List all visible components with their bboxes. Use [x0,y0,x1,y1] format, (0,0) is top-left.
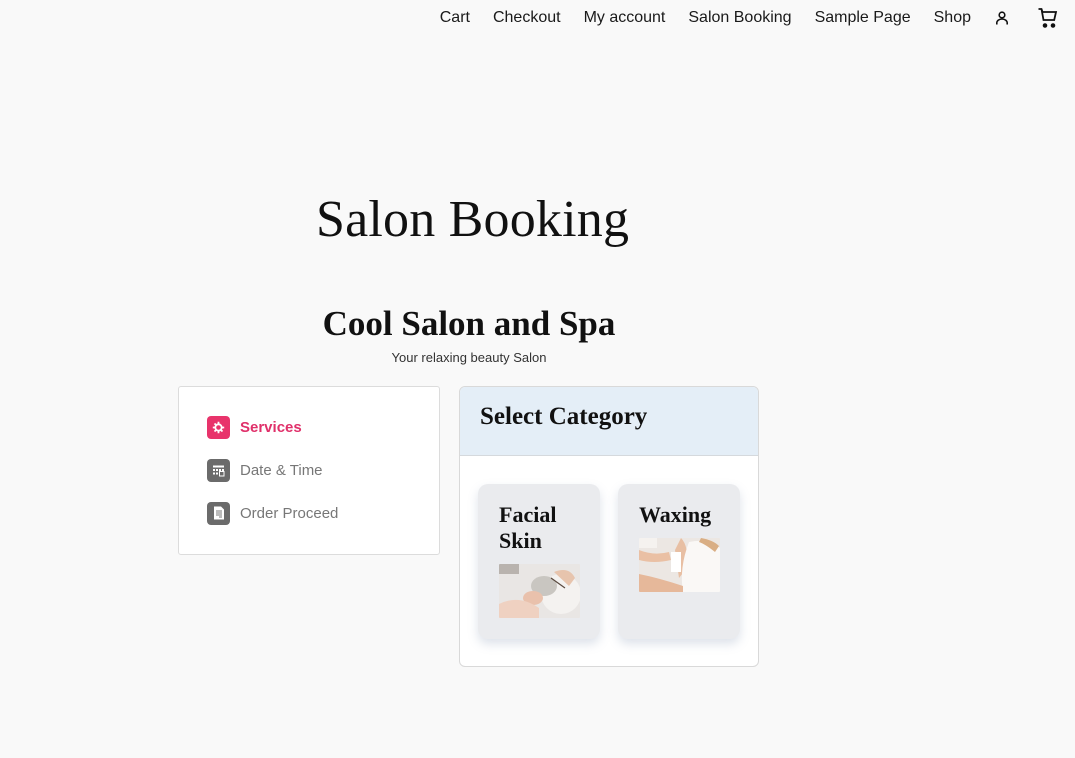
nav-link-shop[interactable]: Shop [934,9,971,27]
waxing-photo [639,538,720,592]
salon-tagline: Your relaxing beauty Salon [391,350,547,365]
nav-link-sample-page[interactable]: Sample Page [815,9,911,27]
nav-link-salon-booking[interactable]: Salon Booking [688,9,791,27]
booking-steps-panel: Services Date & Time Order Proceed [178,386,440,555]
step-label: Date & Time [240,461,323,479]
category-heading: Select Category [480,403,648,430]
user-icon[interactable] [994,10,1010,26]
calendar-icon [207,458,230,482]
step-services[interactable]: Services [207,415,439,439]
category-header: Select Category [460,387,758,456]
category-tile-facial-skin[interactable]: Facial Skin [478,484,600,639]
salon-name: Cool Salon and Spa [322,304,616,343]
facial-skin-photo [499,564,580,618]
nav-link-checkout[interactable]: Checkout [493,9,561,27]
services-icon [207,415,230,439]
category-title: Waxing [639,502,712,527]
step-order-proceed[interactable]: Order Proceed [207,501,439,525]
step-label: Services [240,418,302,436]
select-category-panel: Select Category Facial Skin Waxing [459,386,759,667]
nav-link-my-account[interactable]: My account [584,9,666,27]
page-title: Salon Booking [316,191,630,248]
cart-icon[interactable] [1037,7,1059,29]
category-tile-waxing[interactable]: Waxing [618,484,740,639]
step-label: Order Proceed [240,504,339,522]
top-navigation: Cart Checkout My account Salon Booking S… [440,0,1075,36]
step-date-time[interactable]: Date & Time [207,458,439,482]
nav-link-cart[interactable]: Cart [440,9,470,27]
category-title: Facial Skin [499,502,557,553]
document-icon [207,501,230,525]
